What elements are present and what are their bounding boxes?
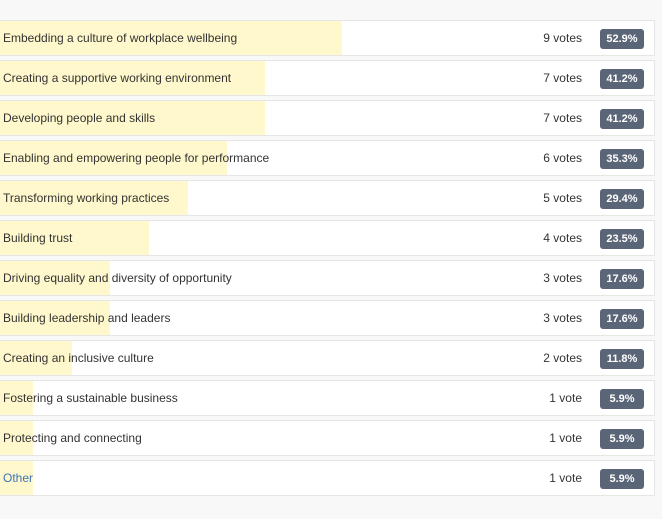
option-label: Creating an inclusive culture: [3, 351, 154, 365]
option-label: Embedding a culture of workplace wellbei…: [3, 31, 238, 45]
poll-option-row: Protecting and connecting 1 vote 5.9%: [0, 420, 655, 456]
option-label: Driving equality and diversity of opport…: [3, 271, 232, 285]
percent-badge: 5.9%: [600, 469, 644, 489]
poll-option-row: Developing people and skills 7 votes 41.…: [0, 100, 655, 136]
poll-option-row: Other 1 vote 5.9%: [0, 460, 655, 496]
percent-badge: 17.6%: [600, 269, 644, 289]
percent-badge: 5.9%: [600, 389, 644, 409]
percent-badge: 5.9%: [600, 429, 644, 449]
vote-count: 2 votes: [543, 351, 582, 365]
vote-count: 5 votes: [543, 191, 582, 205]
percent-badge: 29.4%: [600, 189, 644, 209]
option-label: Fostering a sustainable business: [3, 391, 178, 405]
option-label: Enabling and empowering people for perfo…: [3, 151, 270, 165]
option-label: Building trust: [3, 231, 73, 245]
option-label: Transforming working practices: [3, 191, 170, 205]
poll-results: Embedding a culture of workplace wellbei…: [0, 20, 655, 500]
option-label: Developing people and skills: [3, 111, 156, 125]
vote-count: 9 votes: [543, 31, 582, 45]
poll-option-row: Building trust 4 votes 23.5%: [0, 220, 655, 256]
vote-count: 3 votes: [543, 311, 582, 325]
vote-count: 1 vote: [549, 391, 582, 405]
option-label: Building leadership and leaders: [3, 311, 171, 325]
other-option-link[interactable]: Other: [3, 461, 33, 495]
vote-count: 1 vote: [549, 431, 582, 445]
vote-count: 1 vote: [549, 471, 582, 485]
poll-option-row: Fostering a sustainable business 1 vote …: [0, 380, 655, 416]
vote-count: 4 votes: [543, 231, 582, 245]
poll-option-row: Driving equality and diversity of opport…: [0, 260, 655, 296]
percent-badge: 11.8%: [600, 349, 644, 369]
poll-option-row: Embedding a culture of workplace wellbei…: [0, 20, 655, 56]
percent-badge: 17.6%: [600, 309, 644, 329]
option-label: Creating a supportive working environmen…: [3, 71, 232, 85]
percent-badge: 52.9%: [600, 29, 644, 49]
option-label: Protecting and connecting: [3, 431, 142, 445]
vote-count: 7 votes: [543, 111, 582, 125]
poll-option-row: Building leadership and leaders 3 votes …: [0, 300, 655, 336]
poll-option-row: Enabling and empowering people for perfo…: [0, 140, 655, 176]
poll-option-row: Creating an inclusive culture 2 votes 11…: [0, 340, 655, 376]
poll-option-row: Transforming working practices 5 votes 2…: [0, 180, 655, 216]
percent-badge: 35.3%: [600, 149, 644, 169]
percent-badge: 41.2%: [600, 109, 644, 129]
poll-option-row: Creating a supportive working environmen…: [0, 60, 655, 96]
percent-badge: 41.2%: [600, 69, 644, 89]
percent-badge: 23.5%: [600, 229, 644, 249]
vote-count: 3 votes: [543, 271, 582, 285]
vote-count: 7 votes: [543, 71, 582, 85]
vote-count: 6 votes: [543, 151, 582, 165]
